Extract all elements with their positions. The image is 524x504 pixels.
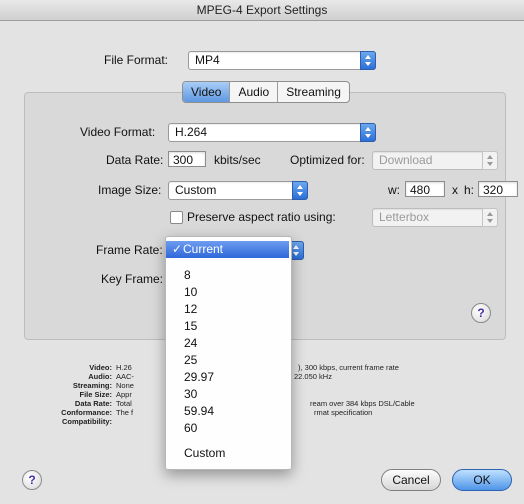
frame-rate-option[interactable]: 8	[184, 268, 191, 282]
tab-streaming[interactable]: Streaming	[278, 82, 349, 102]
file-format-value: MP4	[195, 53, 220, 67]
panel-help-icon[interactable]: ?	[471, 303, 491, 323]
summary-value: AAC-	[116, 372, 134, 381]
optimized-for-value: Download	[379, 153, 433, 167]
frame-rate-option[interactable]: 12	[184, 302, 197, 316]
data-rate-label: Data Rate:	[106, 153, 164, 167]
summary-key: Video:	[89, 363, 112, 372]
frame-rate-option[interactable]: 60	[184, 421, 197, 435]
summary-value-tail: ream over 384 kbps DSL/Cable	[310, 399, 415, 408]
dimension-separator: x	[452, 183, 458, 197]
key-frame-label: Key Frame:	[101, 272, 164, 286]
tab-video[interactable]: Video	[183, 82, 231, 102]
window-title: MPEG-4 Export Settings	[0, 0, 524, 21]
summary-value: Appr	[116, 390, 132, 399]
data-rate-unit: kbits/sec	[214, 153, 261, 167]
ok-button[interactable]: OK	[452, 469, 512, 491]
preserve-aspect-checkbox[interactable]	[170, 211, 183, 224]
height-label: h:	[464, 183, 475, 197]
popup-arrows-icon	[482, 208, 498, 227]
frame-rate-option[interactable]: 25	[184, 353, 197, 367]
tab-bar: Video Audio Streaming	[182, 81, 350, 103]
frame-rate-option[interactable]: 29.97	[184, 370, 214, 384]
preserve-aspect-value: Letterbox	[379, 210, 430, 224]
video-format-popup[interactable]: H.264	[168, 123, 376, 142]
summary-value: Total	[116, 399, 132, 408]
frame-rate-option[interactable]: Custom	[184, 446, 225, 460]
popup-arrows-icon	[360, 51, 376, 70]
summary-key: File Size:	[79, 390, 112, 399]
popup-arrows-icon	[360, 123, 376, 142]
frame-rate-option[interactable]: 15	[184, 319, 197, 333]
width-label: w:	[388, 183, 400, 197]
file-format-popup[interactable]: MP4	[188, 51, 376, 70]
summary-key: Streaming:	[72, 381, 112, 390]
width-input[interactable]: 480	[405, 181, 445, 197]
popup-arrows-icon	[292, 181, 308, 200]
video-format-value: H.264	[175, 125, 208, 139]
video-format-label: Video Format:	[80, 125, 156, 139]
summary-value: None	[116, 381, 134, 390]
checkmark-icon: ✓	[172, 242, 183, 256]
popup-arrows-icon	[482, 151, 498, 170]
preserve-aspect-popup[interactable]: Letterbox	[372, 208, 498, 227]
summary-value: H.26	[116, 363, 132, 372]
frame-rate-selected-label: Current	[183, 242, 224, 256]
summary-value: The f	[116, 408, 134, 417]
file-format-label: File Format:	[104, 53, 169, 67]
frame-rate-option[interactable]: 10	[184, 285, 197, 299]
tab-audio[interactable]: Audio	[230, 82, 279, 102]
frame-rate-option-current[interactable]: ✓ Current	[166, 241, 289, 258]
summary-key: Data Rate:	[74, 399, 112, 408]
frame-rate-label: Frame Rate:	[96, 243, 163, 257]
summary-value-tail: 22.050 kHz	[294, 372, 332, 381]
summary-key: Audio:	[88, 372, 112, 381]
frame-rate-option[interactable]: 59.94	[184, 404, 214, 418]
optimized-for-popup[interactable]: Download	[372, 151, 498, 170]
summary-key: Compatibility:	[62, 417, 112, 426]
image-size-value: Custom	[175, 183, 217, 197]
optimized-for-label: Optimized for:	[290, 153, 365, 167]
dialog-help-icon[interactable]: ?	[22, 470, 42, 490]
frame-rate-option[interactable]: 24	[184, 336, 197, 350]
preserve-aspect-label: Preserve aspect ratio using:	[187, 210, 336, 224]
frame-rate-option[interactable]: 30	[184, 387, 197, 401]
summary-key: Conformance:	[61, 408, 112, 417]
image-size-label: Image Size:	[98, 183, 162, 197]
cancel-button[interactable]: Cancel	[381, 469, 441, 491]
data-rate-input[interactable]: 300	[168, 151, 206, 167]
summary-value-tail: ), 300 kbps, current frame rate	[298, 363, 399, 372]
height-input[interactable]: 320	[478, 181, 518, 197]
frame-rate-menu: ✓ Current 8 10 12 15 24 25 29.97 30 59.9…	[165, 236, 292, 470]
summary-value-tail: rmat specification	[314, 408, 373, 417]
image-size-popup[interactable]: Custom	[168, 181, 308, 200]
